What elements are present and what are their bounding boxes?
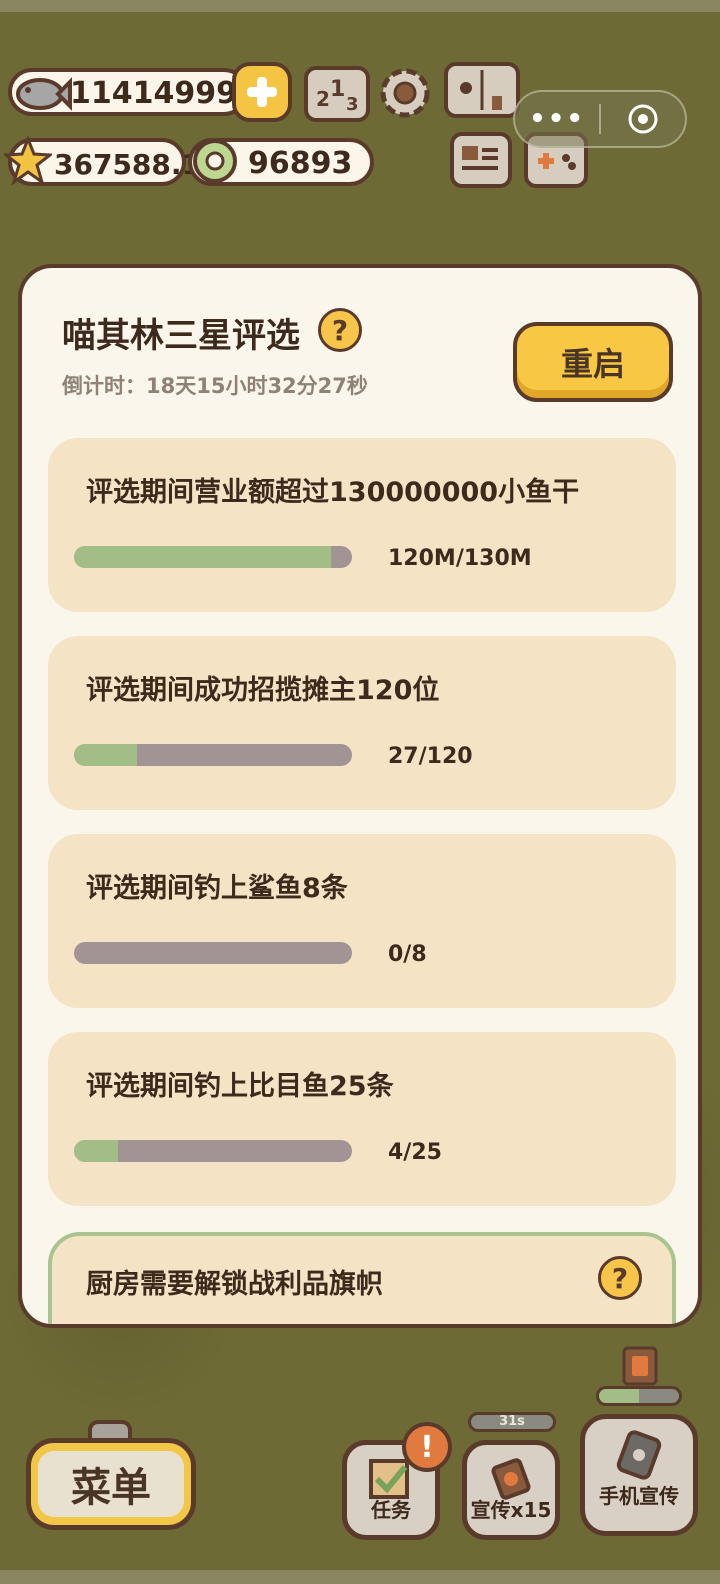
task-label: 评选期间营业额超过130000000小鱼干 (86, 477, 580, 508)
task-card: 评选期间营业额超过130000000小鱼干 120M/130M (48, 438, 676, 612)
ring-count: 96893 (248, 146, 353, 181)
task-progress-text: 4/25 (388, 1140, 442, 1165)
task-progress-fill (74, 1140, 119, 1162)
promote-timer: 31s (468, 1412, 556, 1432)
fish-icon (10, 68, 72, 122)
task-progress-bar (74, 942, 352, 964)
ring-icon (190, 136, 240, 190)
question-icon: ? (331, 313, 349, 347)
task-progress-text: 120M/130M (388, 546, 532, 571)
task-label: 评选期间钓上鲨鱼8条 (86, 873, 348, 904)
more-options-button[interactable]: ••• (515, 104, 599, 134)
phone-icon (616, 1430, 662, 1480)
news-button[interactable] (450, 132, 512, 188)
question-icon: ? (611, 1261, 629, 1295)
locked-task-card: 厨房需要解锁战利品旗帜 ? (48, 1232, 676, 1324)
promote-label: 宣传x15 (470, 1498, 552, 1522)
miniprogram-capsule: ••• (513, 90, 687, 148)
michelin-rating-modal: 喵其林三星评选 ? 倒计时：18天15小时32分27秒 重启 评选期间营业额超过… (18, 264, 702, 1328)
task-card: 评选期间钓上鲨鱼8条 0/8 (48, 834, 676, 1008)
book-button[interactable] (444, 62, 520, 118)
task-progress-bar (74, 744, 352, 766)
rating-help-button[interactable]: ? (318, 308, 362, 352)
task-progress-fill (74, 744, 137, 766)
locked-task-help-button[interactable]: ? (598, 1256, 642, 1300)
task-label: 厨房需要解锁战利品旗帜 (86, 1269, 383, 1300)
close-miniprogram-button[interactable] (601, 103, 685, 135)
gear-icon (380, 68, 430, 118)
star-count: 367588.1 (54, 148, 202, 181)
task-progress-fill (74, 546, 331, 568)
ranking-button[interactable]: 2 1 3 (304, 66, 370, 122)
task-label: 评选期间钓上比目鱼25条 (86, 1071, 394, 1102)
restart-button[interactable]: 重启 (513, 322, 673, 402)
task-progress-text: 27/120 (388, 744, 473, 769)
phone-promote-label: 手机宣传 (599, 1484, 679, 1508)
task-card: 评选期间成功招揽摊主120位 27/120 (48, 636, 676, 810)
task-card: 评选期间钓上比目鱼25条 4/25 (48, 1032, 676, 1206)
ranking-podium-icon: 2 1 3 (316, 77, 359, 115)
book-icon (460, 70, 502, 110)
phone-sign-icon (620, 1346, 660, 1394)
modal-title: 喵其林三星评选 (62, 316, 300, 356)
plus-icon (247, 77, 277, 107)
task-progress-bar (74, 1140, 352, 1162)
svg-text:1: 1 (330, 77, 345, 102)
task-progress-bar (74, 546, 352, 568)
menu-button[interactable]: 菜单 (26, 1438, 196, 1530)
task-label: 评选期间成功招揽摊主120位 (86, 675, 440, 706)
bottom-strip (0, 1570, 720, 1584)
svg-text:3: 3 (346, 94, 359, 115)
countdown-timer: 倒计时：18天15小时32分27秒 (62, 374, 368, 398)
tasks-alert-badge: ! (402, 1422, 452, 1472)
tasks-label: 任务 (371, 1498, 411, 1522)
target-icon (628, 104, 658, 134)
promote-button[interactable]: 宣传x15 (462, 1440, 560, 1540)
newspaper-icon (462, 146, 498, 170)
svg-text:2: 2 (316, 87, 330, 111)
menu-label: 菜单 (38, 1451, 184, 1517)
settings-button[interactable] (374, 62, 436, 128)
star-icon (1, 134, 55, 190)
add-fish-button[interactable] (232, 62, 292, 122)
phone-promote-button[interactable]: 手机宣传 (580, 1414, 698, 1536)
fish-count: 114149999 (70, 76, 258, 111)
task-progress-text: 0/8 (388, 942, 427, 967)
status-strip (0, 0, 720, 12)
